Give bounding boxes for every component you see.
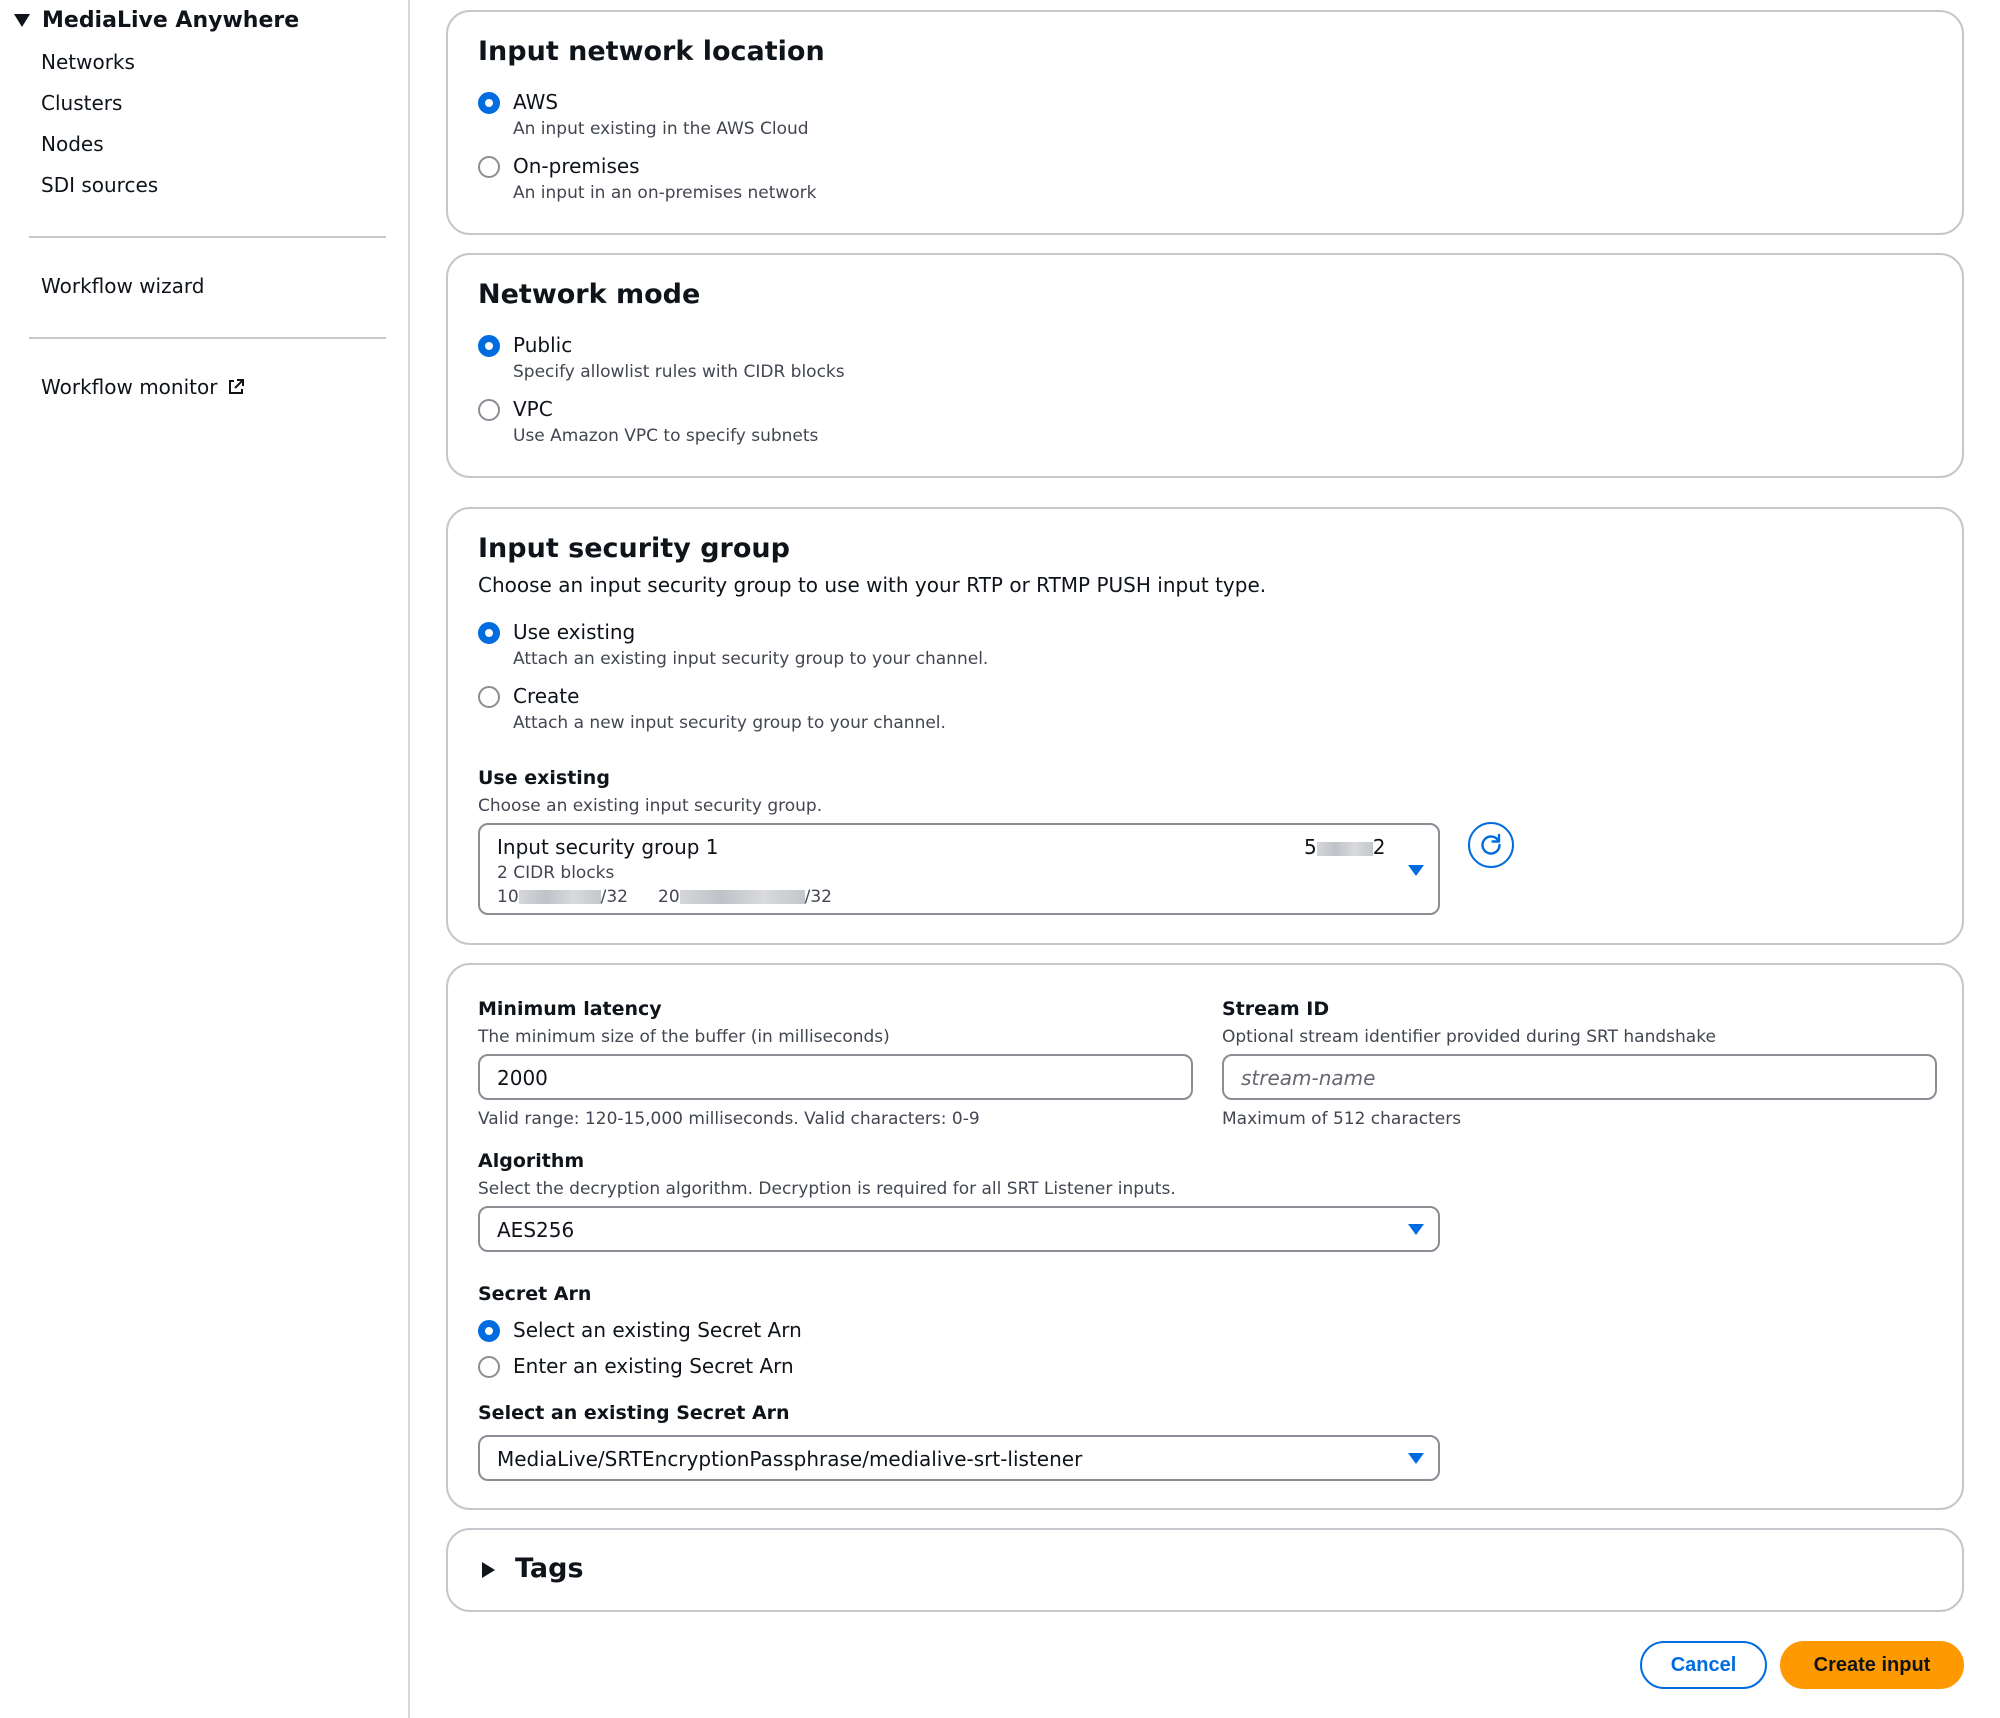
field-label: Secret Arn bbox=[478, 1283, 592, 1305]
cidr-block-1: 10/32 bbox=[497, 887, 628, 907]
radio-on-premises[interactable] bbox=[478, 156, 500, 178]
field-label: Select an existing Secret Arn bbox=[478, 1402, 790, 1424]
field-label: Algorithm bbox=[478, 1150, 585, 1172]
caret-down-icon bbox=[14, 14, 30, 27]
field-description: Choose an existing input security group. bbox=[478, 796, 823, 816]
option-label[interactable]: Public bbox=[513, 333, 572, 357]
security-group-select[interactable]: Input security group 1 52 2 CIDR blocks … bbox=[478, 823, 1440, 915]
panel-title: Input network location bbox=[478, 36, 825, 67]
select-value: AES256 bbox=[497, 1218, 575, 1242]
security-group-id: 52 bbox=[1304, 835, 1386, 859]
sidebar-item-sdi-sources[interactable]: SDI sources bbox=[41, 173, 158, 197]
sidebar-item-nodes[interactable]: Nodes bbox=[41, 132, 104, 156]
field-hint: Maximum of 512 characters bbox=[1222, 1109, 1462, 1129]
panel-subtitle: Choose an input security group to use wi… bbox=[478, 573, 1267, 597]
sidebar-item-workflow-wizard[interactable]: Workflow wizard bbox=[41, 274, 204, 298]
option-label[interactable]: AWS bbox=[513, 90, 558, 114]
minimum-latency-input[interactable]: 2000 bbox=[478, 1054, 1193, 1100]
option-description: Attach an existing input security group … bbox=[513, 649, 989, 669]
option-label[interactable]: Create bbox=[513, 684, 579, 708]
select-value: MediaLive/SRTEncryptionPassphrase/medial… bbox=[497, 1447, 1083, 1471]
srt-settings-panel: Minimum latency The minimum size of the … bbox=[446, 963, 1964, 1510]
caret-right-icon bbox=[482, 1562, 495, 1578]
caret-down-icon bbox=[1408, 1453, 1424, 1464]
side-navigation: MediaLive Anywhere Networks Clusters Nod… bbox=[0, 0, 410, 1718]
sidebar-item-workflow-monitor[interactable]: Workflow monitor bbox=[41, 375, 245, 399]
create-input-button[interactable]: Create input bbox=[1780, 1641, 1964, 1689]
input-value: 2000 bbox=[497, 1066, 548, 1090]
stream-id-input[interactable]: stream-name bbox=[1222, 1054, 1937, 1100]
radio-create[interactable] bbox=[478, 686, 500, 708]
option-description: Use Amazon VPC to specify subnets bbox=[513, 426, 819, 446]
field-description: Select the decryption algorithm. Decrypt… bbox=[478, 1179, 1176, 1199]
option-description: An input in an on-premises network bbox=[513, 183, 817, 203]
option-description: Attach a new input security group to you… bbox=[513, 713, 946, 733]
field-description: The minimum size of the buffer (in milli… bbox=[478, 1027, 890, 1047]
field-hint: Valid range: 120-15,000 milliseconds. Va… bbox=[478, 1109, 980, 1129]
caret-down-icon bbox=[1408, 1224, 1424, 1235]
select-value: Input security group 1 bbox=[497, 835, 719, 859]
refresh-button[interactable] bbox=[1468, 822, 1514, 868]
option-label[interactable]: Select an existing Secret Arn bbox=[513, 1318, 802, 1342]
secret-arn-select[interactable]: MediaLive/SRTEncryptionPassphrase/medial… bbox=[478, 1435, 1440, 1481]
radio-use-existing[interactable] bbox=[478, 622, 500, 644]
external-link-icon bbox=[227, 378, 245, 396]
network-location-panel: Input network location AWS An input exis… bbox=[446, 10, 1964, 235]
option-label[interactable]: VPC bbox=[513, 397, 553, 421]
sidebar-section-header[interactable]: MediaLive Anywhere bbox=[14, 8, 299, 33]
option-description: An input existing in the AWS Cloud bbox=[513, 119, 809, 139]
algorithm-select[interactable]: AES256 bbox=[478, 1206, 1440, 1252]
field-label: Use existing bbox=[478, 767, 610, 789]
cidr-count: 2 CIDR blocks bbox=[497, 863, 615, 883]
panel-title: Input security group bbox=[478, 533, 790, 564]
tags-panel[interactable]: Tags bbox=[446, 1528, 1964, 1612]
sidebar-item-networks[interactable]: Networks bbox=[41, 50, 135, 74]
sidebar-divider bbox=[29, 236, 386, 238]
option-label[interactable]: Enter an existing Secret Arn bbox=[513, 1354, 794, 1378]
radio-aws[interactable] bbox=[478, 92, 500, 114]
option-label[interactable]: On-premises bbox=[513, 154, 640, 178]
field-description: Optional stream identifier provided duri… bbox=[1222, 1027, 1716, 1047]
field-label: Stream ID bbox=[1222, 998, 1330, 1020]
field-label: Minimum latency bbox=[478, 998, 662, 1020]
expandable-section-title[interactable]: Tags bbox=[515, 1553, 584, 1584]
network-mode-panel: Network mode Public Specify allowlist ru… bbox=[446, 253, 1964, 478]
security-group-panel: Input security group Choose an input sec… bbox=[446, 507, 1964, 945]
option-label[interactable]: Use existing bbox=[513, 620, 635, 644]
sidebar-item-clusters[interactable]: Clusters bbox=[41, 91, 122, 115]
sidebar-title: MediaLive Anywhere bbox=[42, 8, 300, 33]
option-description: Specify allowlist rules with CIDR blocks bbox=[513, 362, 845, 382]
refresh-icon bbox=[1481, 833, 1501, 855]
sidebar-divider bbox=[29, 337, 386, 339]
cancel-button[interactable]: Cancel bbox=[1640, 1641, 1767, 1689]
input-placeholder: stream-name bbox=[1241, 1066, 1376, 1090]
caret-down-icon bbox=[1408, 865, 1424, 876]
radio-enter-existing-secret[interactable] bbox=[478, 1356, 500, 1378]
radio-vpc[interactable] bbox=[478, 399, 500, 421]
radio-public[interactable] bbox=[478, 335, 500, 357]
panel-title: Network mode bbox=[478, 279, 701, 310]
cidr-block-2: 20/32 bbox=[658, 887, 832, 907]
radio-select-existing-secret[interactable] bbox=[478, 1320, 500, 1342]
sidebar-item-label: Workflow monitor bbox=[41, 375, 218, 399]
